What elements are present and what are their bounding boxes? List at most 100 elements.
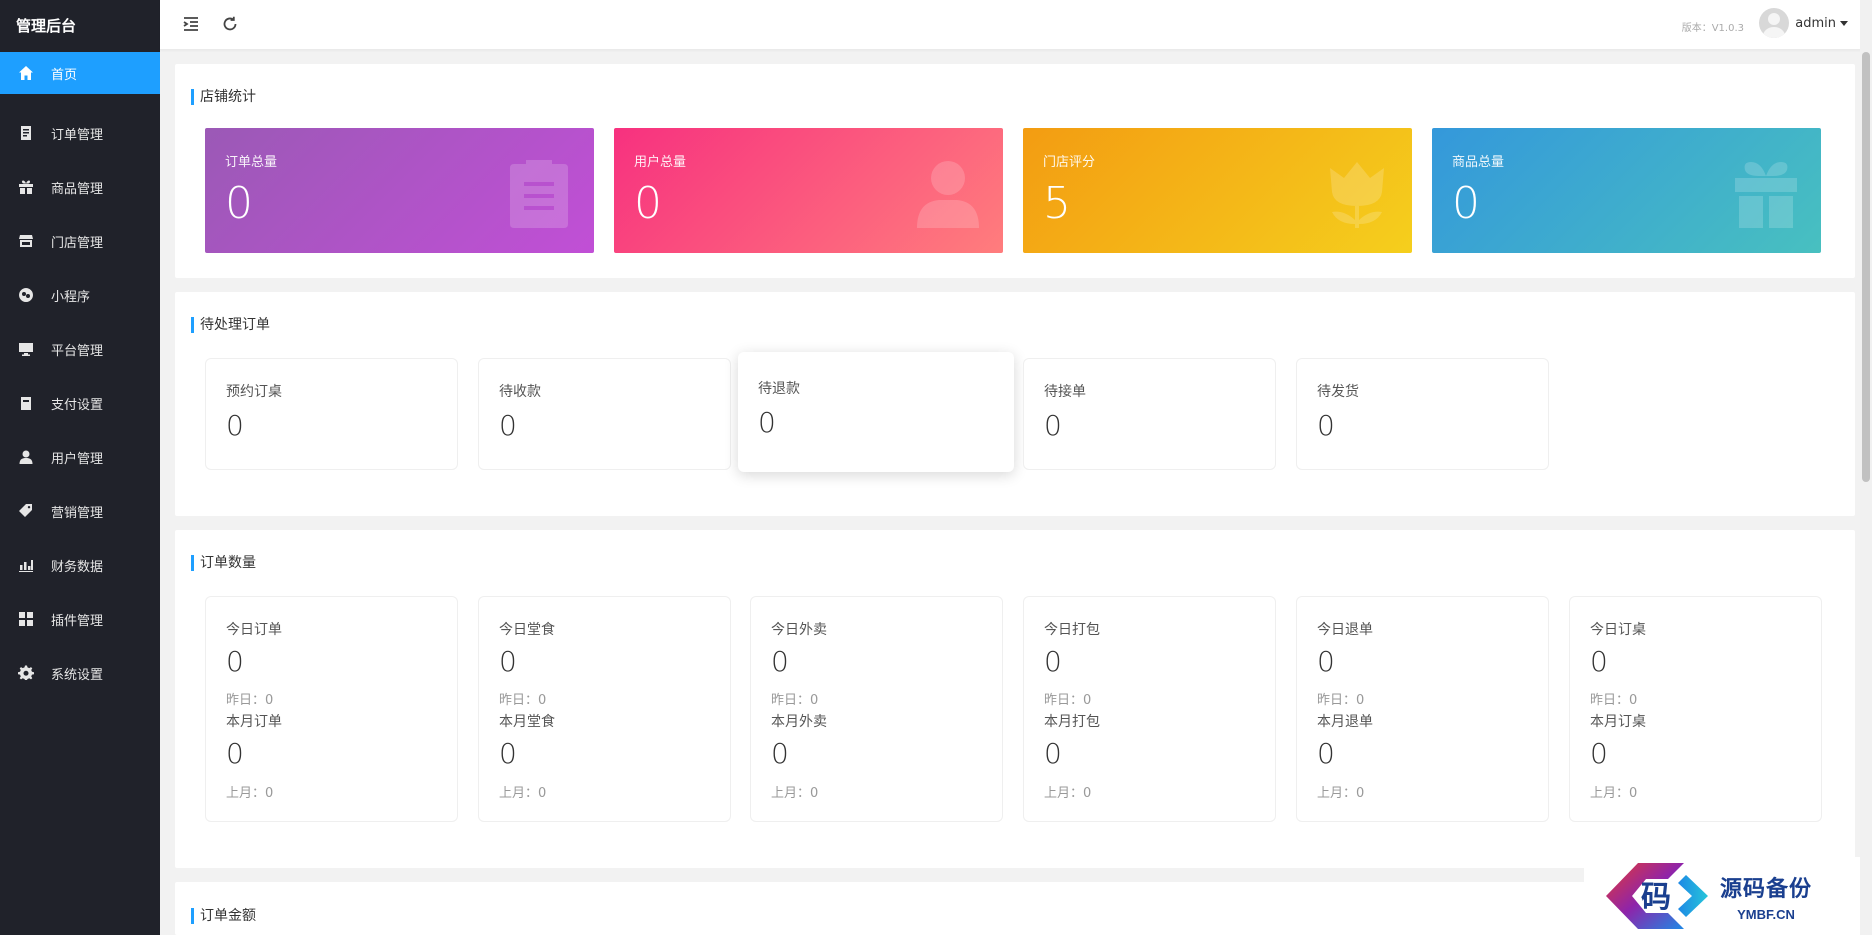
watermark-text: 源码备份 YMBF.CN <box>1720 871 1812 922</box>
box-value: 0 <box>1317 409 1335 442</box>
mini-program-icon <box>17 286 35 304</box>
sidebar-menu: 首页 订单管理 商品管理 门店管理 小程序 平台管理 支付设置 用户管理 营销管… <box>0 52 160 700</box>
sidebar: 管理后台 首页 订单管理 商品管理 门店管理 小程序 平台管理 支付设置 用户管… <box>0 0 160 935</box>
today-label: 今日堂食 <box>499 622 555 638</box>
sidebar-item-label: 商品管理 <box>51 181 104 197</box>
refresh-button[interactable] <box>219 13 241 35</box>
sidebar-item-label: 首页 <box>51 67 78 83</box>
panel-title: 店铺统计 <box>191 89 256 105</box>
today-label: 今日退单 <box>1317 622 1373 638</box>
stat-card-users[interactable]: 用户总量 0 <box>614 128 1003 253</box>
indent-icon <box>182 15 200 33</box>
today-value: 0 <box>226 645 244 678</box>
yesterday-text: 昨日：0 <box>1590 693 1638 708</box>
pending-box-ship[interactable]: 待发货 0 <box>1296 358 1549 470</box>
scrollbar-thumb[interactable] <box>1862 52 1870 482</box>
yesterday-text: 昨日：0 <box>499 693 547 708</box>
person-icon <box>915 158 981 228</box>
tag-icon <box>17 502 35 520</box>
month-label: 本月订单 <box>226 714 282 730</box>
sidebar-item-marketing[interactable]: 营销管理 <box>0 484 160 538</box>
box-value: 0 <box>226 409 244 442</box>
sidebar-item-plugins[interactable]: 插件管理 <box>0 592 160 646</box>
today-value: 0 <box>771 645 789 678</box>
sidebar-item-settings[interactable]: 系统设置 <box>0 646 160 700</box>
month-value: 0 <box>499 737 517 770</box>
stat-card-value: 0 <box>634 178 662 229</box>
box-value: 0 <box>758 406 776 439</box>
order-count-box[interactable]: 今日退单 0 昨日：0 本月退单 0 上月：0 <box>1296 596 1549 822</box>
watermark-en: YMBF.CN <box>1737 906 1795 922</box>
username: admin <box>1795 15 1836 31</box>
sidebar-item-finance[interactable]: 财务数据 <box>0 538 160 592</box>
today-value: 0 <box>499 645 517 678</box>
pending-box-receivable[interactable]: 待收款 0 <box>478 358 731 470</box>
sidebar-item-label: 插件管理 <box>51 613 104 629</box>
stat-card-products[interactable]: 商品总量 0 <box>1432 128 1821 253</box>
sidebar-item-products[interactable]: 商品管理 <box>0 160 160 214</box>
pending-box-reservation[interactable]: 预约订桌 0 <box>205 358 458 470</box>
yesterday-text: 昨日：0 <box>1044 693 1092 708</box>
stat-card-label: 商品总量 <box>1452 155 1505 170</box>
last-month-text: 上月：0 <box>1317 786 1365 801</box>
stat-card-rating[interactable]: 门店评分 5 <box>1023 128 1412 253</box>
page-scrollbar[interactable] <box>1860 0 1872 935</box>
stat-card-value: 0 <box>225 178 253 229</box>
today-label: 今日订桌 <box>1590 622 1646 638</box>
sidebar-item-platform[interactable]: 平台管理 <box>0 322 160 376</box>
stat-card-value: 5 <box>1043 178 1071 229</box>
store-stats-panel: 店铺统计 订单总量 0 用户总量 0 门店评分 5 商品总量 0 <box>175 64 1855 278</box>
sidebar-item-orders[interactable]: 订单管理 <box>0 106 160 160</box>
watermark-emblem: 码 <box>1598 861 1716 931</box>
sidebar-item-users[interactable]: 用户管理 <box>0 430 160 484</box>
sidebar-item-label: 订单管理 <box>51 127 104 143</box>
box-label: 待发货 <box>1317 384 1359 400</box>
month-label: 本月打包 <box>1044 714 1100 730</box>
order-count-box[interactable]: 今日订桌 0 昨日：0 本月订桌 0 上月：0 <box>1569 596 1822 822</box>
order-count-panel: 订单数量 今日订单 0 昨日：0 本月订单 0 上月：0 今日堂食 0 昨日：0… <box>175 530 1855 868</box>
sidebar-item-payment[interactable]: 支付设置 <box>0 376 160 430</box>
flower-icon <box>1324 158 1390 228</box>
sidebar-item-stores[interactable]: 门店管理 <box>0 214 160 268</box>
box-label: 待接单 <box>1044 384 1086 400</box>
monitor-icon <box>17 340 35 358</box>
watermark-logo: 码 源码备份 YMBF.CN <box>1584 857 1860 935</box>
sidebar-item-label: 用户管理 <box>51 451 104 467</box>
pending-box-accept[interactable]: 待接单 0 <box>1023 358 1276 470</box>
sidebar-item-label: 平台管理 <box>51 343 104 359</box>
pending-box-refund[interactable]: 待退款 0 <box>738 352 1014 472</box>
stat-card-label: 用户总量 <box>634 155 687 170</box>
order-count-box[interactable]: 今日外卖 0 昨日：0 本月外卖 0 上月：0 <box>750 596 1003 822</box>
caret-down-icon <box>1840 20 1848 26</box>
order-count-box[interactable]: 今日打包 0 昨日：0 本月打包 0 上月：0 <box>1023 596 1276 822</box>
today-value: 0 <box>1317 645 1335 678</box>
box-value: 0 <box>499 409 517 442</box>
month-value: 0 <box>1317 737 1335 770</box>
gift-icon <box>17 178 35 196</box>
last-month-text: 上月：0 <box>1590 786 1638 801</box>
avatar <box>1759 8 1790 38</box>
order-icon <box>17 124 35 142</box>
yesterday-text: 昨日：0 <box>771 693 819 708</box>
stat-card-orders[interactable]: 订单总量 0 <box>205 128 594 253</box>
today-label: 今日订单 <box>226 622 282 638</box>
month-value: 0 <box>1044 737 1062 770</box>
sidebar-item-label: 财务数据 <box>51 559 104 575</box>
yesterday-text: 昨日：0 <box>226 693 274 708</box>
refresh-icon <box>221 15 239 33</box>
box-value: 0 <box>1044 409 1062 442</box>
month-label: 本月订桌 <box>1590 714 1646 730</box>
sidebar-toggle-button[interactable] <box>180 13 202 35</box>
yesterday-text: 昨日：0 <box>1317 693 1365 708</box>
box-label: 预约订桌 <box>226 384 282 400</box>
top-header: 版本：V1.0.3 admin <box>160 0 1872 50</box>
order-count-box[interactable]: 今日订单 0 昨日：0 本月订单 0 上月：0 <box>205 596 458 822</box>
sidebar-item-home[interactable]: 首页 <box>0 52 160 94</box>
month-label: 本月外卖 <box>771 714 827 730</box>
user-menu[interactable]: admin <box>1759 8 1848 38</box>
sidebar-item-mini-program[interactable]: 小程序 <box>0 268 160 322</box>
last-month-text: 上月：0 <box>226 786 274 801</box>
clipboard-icon <box>506 158 572 228</box>
month-value: 0 <box>771 737 789 770</box>
order-count-box[interactable]: 今日堂食 0 昨日：0 本月堂食 0 上月：0 <box>478 596 731 822</box>
